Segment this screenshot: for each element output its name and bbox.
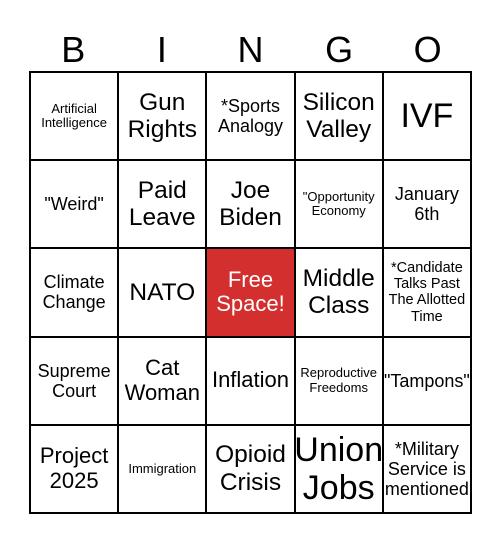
bingo-cell[interactable]: IVF [382, 72, 471, 161]
bingo-cell[interactable]: "Weird" [30, 160, 119, 249]
bingo-cell[interactable]: January 6th [382, 160, 471, 249]
bingo-cell[interactable]: Artificial Intelligence [30, 72, 119, 161]
bingo-cell[interactable]: "Tampons" [382, 336, 471, 425]
bingo-cell[interactable]: Joe Biden [206, 160, 295, 249]
bingo-cell[interactable]: Paid Leave [118, 160, 207, 249]
bingo-cell[interactable]: Project 2025 [30, 424, 119, 513]
bingo-cell[interactable]: Reproductive Freedoms [294, 336, 383, 425]
bingo-cell[interactable]: *Candidate Talks Past The Allotted Time [382, 248, 471, 337]
header-letter-g: G [325, 29, 354, 70]
header-letter-i: I [156, 29, 167, 70]
bingo-cell[interactable]: Opioid Crisis [206, 424, 295, 513]
bingo-cell[interactable]: Gun Rights [118, 72, 207, 161]
bingo-cell[interactable]: *Sports Analogy [206, 72, 295, 161]
bingo-cell[interactable]: Cat Woman [118, 336, 207, 425]
bingo-cell[interactable]: NATO [118, 248, 207, 337]
bingo-cell[interactable]: "Opportunity Economy [294, 160, 383, 249]
bingo-cell[interactable]: Inflation [206, 336, 295, 425]
bingo-cell[interactable]: Supreme Court [30, 336, 119, 425]
bingo-cell[interactable]: *Military Service is mentioned [382, 424, 471, 513]
free-space-cell[interactable]: Free Space! [206, 248, 295, 337]
bingo-header: B I N G O [29, 30, 472, 70]
bingo-cell[interactable]: Union Jobs [294, 424, 383, 513]
bingo-cell[interactable]: Silicon Valley [294, 72, 383, 161]
bingo-cell[interactable]: Immigration [118, 424, 207, 513]
bingo-grid: Artificial Intelligence Gun Rights *Sports… [29, 71, 472, 514]
header-letter-b: B [61, 29, 86, 70]
bingo-cell[interactable]: Climate Change [30, 248, 119, 337]
bingo-cell[interactable]: Middle Class [294, 248, 383, 337]
header-letter-n: N [237, 29, 264, 70]
header-letter-o: O [413, 29, 442, 70]
